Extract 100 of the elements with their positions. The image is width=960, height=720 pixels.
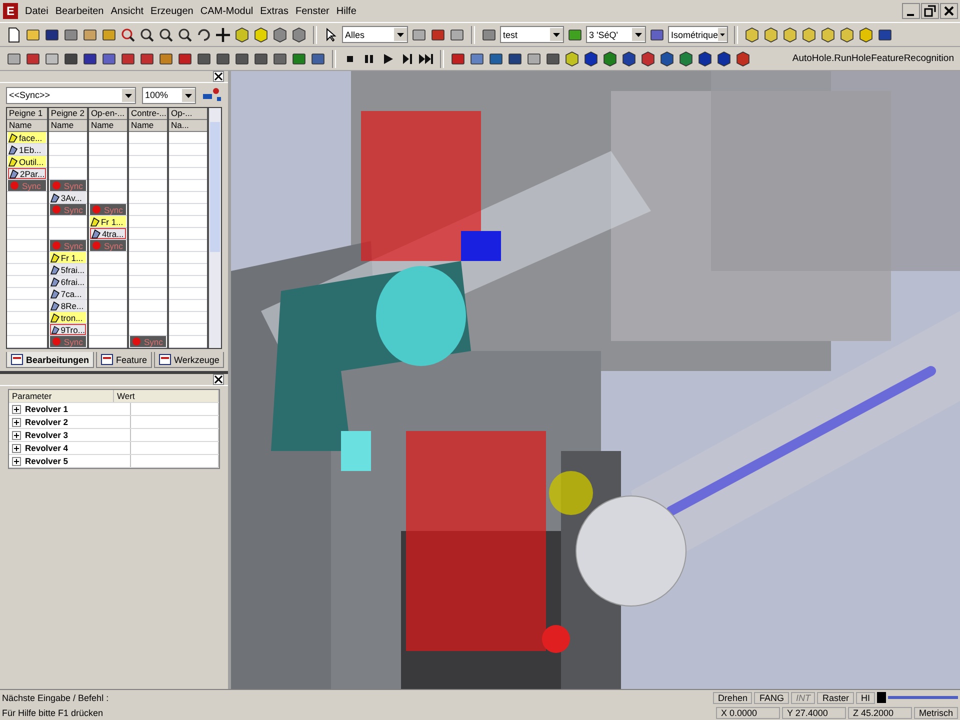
- column-header[interactable]: Peigne 2: [48, 108, 87, 120]
- tab[interactable]: Feature: [96, 352, 152, 368]
- dropdown[interactable]: test: [500, 26, 564, 43]
- tab[interactable]: Werkzeuge: [154, 352, 224, 368]
- cube-icon[interactable]: [583, 50, 599, 66]
- rotate-icon[interactable]: [196, 26, 212, 42]
- dot-icon: [92, 241, 101, 250]
- operation-item[interactable]: Fr 1...: [90, 216, 126, 227]
- operation-item[interactable]: 9Tro...: [50, 324, 86, 335]
- minimize-icon[interactable]: [902, 3, 920, 19]
- column-header[interactable]: Op-en-...: [88, 108, 127, 120]
- operation-item[interactable]: 3Av...: [50, 192, 86, 203]
- operation-item[interactable]: 2Par...: [8, 168, 46, 179]
- cube-icon[interactable]: [602, 50, 618, 66]
- dropdown[interactable]: Alles: [342, 26, 408, 43]
- dropdown[interactable]: 100%: [142, 86, 196, 104]
- status-indicator[interactable]: HI: [856, 692, 875, 704]
- move-icon[interactable]: [215, 26, 231, 42]
- caret-icon: [182, 88, 195, 102]
- cube-icon[interactable]: [659, 50, 675, 66]
- sync-settings-icon[interactable]: [202, 86, 222, 104]
- cube-icon[interactable]: [744, 26, 760, 42]
- parameter-name[interactable]: Revolver 5: [25, 456, 68, 466]
- expand-icon[interactable]: [12, 456, 21, 466]
- status-indicator[interactable]: Raster: [817, 692, 854, 704]
- dot-icon: [52, 205, 61, 214]
- menu-item[interactable]: Fenster: [295, 6, 330, 16]
- menu-item[interactable]: Bearbeiten: [55, 6, 104, 16]
- operation-item[interactable]: 6frai...: [50, 276, 86, 287]
- cube-icon[interactable]: [640, 50, 656, 66]
- dot-icon: [52, 181, 61, 190]
- dropdown[interactable]: Isométrique: [668, 26, 728, 43]
- close-icon[interactable]: [940, 3, 958, 19]
- cube-icon[interactable]: [782, 26, 798, 42]
- close-icon[interactable]: [213, 71, 224, 82]
- cube-icon[interactable]: [858, 26, 874, 42]
- scrollbar[interactable]: [209, 108, 221, 348]
- status-indicator[interactable]: FANG: [754, 692, 789, 704]
- menu-item[interactable]: Extras: [260, 6, 288, 16]
- column-subheader: Name: [128, 120, 167, 132]
- units-indicator: Metrisch: [914, 706, 958, 718]
- cube-icon[interactable]: [801, 26, 817, 42]
- zoom-icon[interactable]: [120, 26, 136, 42]
- zoom-icon[interactable]: [139, 26, 155, 42]
- operation-item[interactable]: 8Re...: [50, 300, 86, 311]
- expand-icon[interactable]: [12, 418, 21, 426]
- operation-item[interactable]: face...: [8, 132, 46, 143]
- zoom-icon[interactable]: [177, 26, 193, 42]
- dropdown[interactable]: <<Sync>>: [6, 86, 136, 104]
- dropdown[interactable]: 3 'SéQ': [586, 26, 646, 43]
- column-header[interactable]: Contre-...: [128, 108, 167, 120]
- menu-item[interactable]: Erzeugen: [150, 6, 194, 16]
- caret-icon: [632, 28, 645, 41]
- cube-icon[interactable]: [291, 26, 307, 42]
- cube-icon[interactable]: [234, 26, 250, 42]
- cube-icon[interactable]: [253, 26, 269, 42]
- coordinate-readout: Y 27.4000: [782, 706, 846, 718]
- cube-icon[interactable]: [763, 26, 779, 42]
- panel-icon: [101, 354, 114, 365]
- operation-item[interactable]: 7ca...: [50, 288, 86, 299]
- parameter-name[interactable]: Revolver 1: [25, 404, 68, 414]
- expand-icon[interactable]: [12, 404, 21, 414]
- panel-icon: [159, 354, 172, 365]
- parameter-name[interactable]: Revolver 3: [25, 430, 68, 440]
- cube-icon[interactable]: [272, 26, 288, 42]
- column-subheader: Name: [48, 120, 87, 132]
- new-file-icon[interactable]: [6, 26, 22, 42]
- cube-icon[interactable]: [678, 50, 694, 66]
- column-header[interactable]: Op-...: [168, 108, 207, 120]
- expand-icon[interactable]: [12, 444, 21, 452]
- operation-item[interactable]: Fr 1...: [50, 252, 86, 263]
- dot-icon: [92, 205, 101, 214]
- cube-icon[interactable]: [716, 50, 732, 66]
- zoom-out-icon[interactable]: [158, 26, 174, 42]
- operation-item[interactable]: 5frai...: [50, 264, 86, 275]
- column-header[interactable]: Wert: [114, 390, 219, 402]
- operation-item[interactable]: tron...: [50, 312, 86, 323]
- expand-icon[interactable]: [12, 430, 21, 440]
- column-header[interactable]: Parameter: [9, 390, 114, 402]
- cube-icon[interactable]: [839, 26, 855, 42]
- menu-item[interactable]: Datei: [25, 6, 48, 16]
- parameter-name[interactable]: Revolver 4: [25, 443, 68, 453]
- operation-item[interactable]: 1Eb...: [8, 144, 46, 155]
- cube-icon[interactable]: [820, 26, 836, 42]
- parameter-name[interactable]: Revolver 2: [25, 417, 68, 427]
- close-icon[interactable]: [213, 374, 224, 385]
- status-indicator[interactable]: Drehen: [712, 692, 752, 704]
- operation-item[interactable]: 4tra...: [90, 228, 126, 239]
- cube-icon[interactable]: [735, 50, 751, 66]
- menu-item[interactable]: CAM-Modul: [200, 6, 254, 16]
- menu-item[interactable]: Ansicht: [110, 6, 144, 16]
- restore-icon[interactable]: [921, 3, 939, 19]
- operation-item[interactable]: Outil...: [8, 156, 46, 167]
- cube-icon[interactable]: [621, 50, 637, 66]
- tab[interactable]: Bearbeitungen: [6, 352, 94, 368]
- column-header[interactable]: Peigne 1: [7, 108, 47, 120]
- column-subheader: Name: [7, 120, 47, 132]
- cube-icon[interactable]: [564, 50, 580, 66]
- menu-item[interactable]: Hilfe: [336, 6, 356, 16]
- cube-icon[interactable]: [697, 50, 713, 66]
